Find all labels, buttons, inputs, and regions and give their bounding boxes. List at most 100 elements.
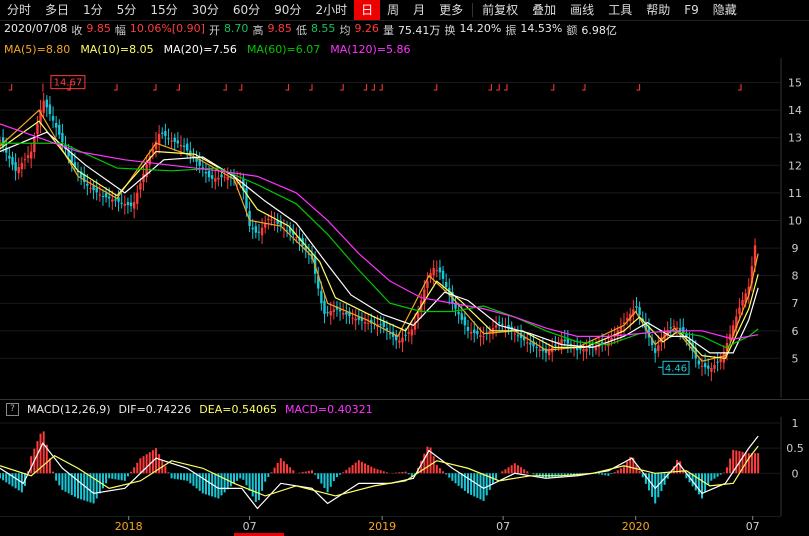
macd-value: MACD=0.40321 [284, 402, 373, 416]
volume-label: 量 [382, 24, 394, 37]
candle [167, 128, 170, 146]
candle [58, 119, 61, 139]
price-chart[interactable]: 5 6 7 8 9 10 11 12 13 14 15 14.67 4.46 [0, 58, 809, 398]
candle [132, 192, 136, 219]
high-value: 9.85 [267, 22, 292, 35]
tool-button-3[interactable]: 工具 [601, 0, 639, 20]
candle [242, 173, 245, 200]
period-tab-9[interactable]: 日 [354, 0, 381, 20]
macd-name[interactable]: MACD(12,26,9) [27, 403, 111, 416]
candle [164, 123, 167, 146]
candle [669, 317, 672, 338]
range-value: 10.06%[0.90] [129, 22, 205, 35]
macd-header: ? MACD(12,26,9) DIF=0.74226 DEA=0.54065 … [0, 399, 809, 418]
event-marker [550, 84, 555, 91]
period-tab-0[interactable]: 分时 [0, 0, 38, 20]
macd-dif: DIF=0.74226 [118, 402, 192, 416]
macd-grid: 00.51 [0, 417, 804, 516]
candle [192, 148, 195, 163]
candle [435, 260, 438, 278]
macd-histogram [0, 431, 760, 504]
event-marker [738, 84, 742, 91]
macd-help-icon[interactable]: ? [6, 402, 19, 416]
period-tab-7[interactable]: 90分 [267, 0, 308, 20]
open-value: 8.70 [223, 22, 249, 35]
avg-value: 9.26 [354, 22, 379, 35]
y-tick-label-8: 13 [788, 132, 802, 145]
candle [214, 168, 217, 190]
tool-button-4[interactable]: 帮助 [639, 0, 677, 20]
ma-line-ma10 [0, 120, 759, 360]
period-tab-6[interactable]: 60分 [226, 0, 267, 20]
period-tab-2[interactable]: 1分 [76, 0, 110, 20]
candle [17, 157, 20, 180]
time-axis: 2018 07 2019 07 2020 07 [0, 516, 781, 536]
candle [14, 153, 17, 181]
tool-button-2[interactable]: 画线 [563, 0, 601, 20]
candle [83, 166, 86, 190]
candle [270, 210, 273, 226]
candle [26, 145, 30, 164]
event-marker [504, 84, 508, 91]
candle [519, 324, 523, 348]
tool-button-0[interactable]: 前复权 [475, 0, 525, 20]
period-tab-1[interactable]: 多日 [38, 0, 76, 20]
ma-legend-item-4: MA(120)=5.86 [330, 43, 411, 56]
candle [276, 213, 279, 233]
y-tick-label-5: 10 [788, 214, 802, 227]
period-tab-8[interactable]: 2小时 [308, 0, 354, 20]
candle [482, 326, 485, 345]
event-marker [636, 84, 641, 91]
candle [251, 219, 254, 239]
candle [48, 96, 52, 122]
y-tick-label-1: 6 [792, 325, 799, 338]
candle [491, 319, 495, 340]
period-tab-11[interactable]: 月 [406, 0, 432, 20]
candle [23, 152, 27, 170]
turnover-value: 14.20% [459, 22, 502, 35]
event-marker [496, 84, 500, 91]
volume-value: 75.41万 [397, 24, 441, 37]
period-tab-3[interactable]: 5分 [110, 0, 144, 20]
tool-button-6[interactable]: 隐藏 [706, 0, 744, 20]
period-tab-10[interactable]: 周 [380, 0, 406, 20]
candle [79, 166, 83, 185]
candle [619, 317, 623, 340]
amount-label: 额 [566, 24, 578, 37]
candle [120, 193, 123, 209]
candle [176, 132, 180, 149]
period-tab-4[interactable]: 15分 [143, 0, 184, 20]
tool-button-5[interactable]: F9 [677, 0, 706, 20]
candle [145, 155, 148, 183]
period-tab-5[interactable]: 30分 [185, 0, 226, 20]
candle [498, 315, 501, 331]
event-marker [114, 84, 118, 91]
ma-line-ma5 [0, 109, 759, 362]
candle [710, 362, 713, 382]
candle [323, 294, 326, 324]
candle [395, 329, 398, 349]
candle [217, 169, 220, 187]
macd-y-tick-2: 1 [792, 417, 799, 430]
y-tick-label-6: 11 [788, 187, 802, 200]
quote-info-bar: 2020/07/08 收 9.85 幅 10.06%[0.90] 开 8.70 高 9.… [4, 22, 617, 38]
tool-button-1[interactable]: 叠加 [525, 0, 563, 20]
low-label: 低 [295, 24, 307, 37]
event-marker [285, 84, 290, 91]
toolbar-divider [472, 3, 474, 17]
candle [342, 303, 345, 320]
amplitude-value: 14.53% [520, 22, 563, 35]
range-label: 幅 [114, 24, 126, 37]
candle [722, 345, 726, 370]
price-annotations: 14.67 4.46 [8, 75, 742, 375]
macd-chart[interactable]: 00.51 [0, 417, 809, 516]
candle [11, 151, 14, 171]
ma-legend-item-3: MA(60)=6.07 [246, 43, 321, 56]
price-series [0, 92, 759, 382]
period-tab-12[interactable]: 更多 [432, 0, 470, 20]
candle [538, 340, 541, 358]
candle [170, 132, 173, 149]
candle [288, 221, 292, 241]
candle [466, 319, 470, 339]
candle [45, 95, 48, 117]
